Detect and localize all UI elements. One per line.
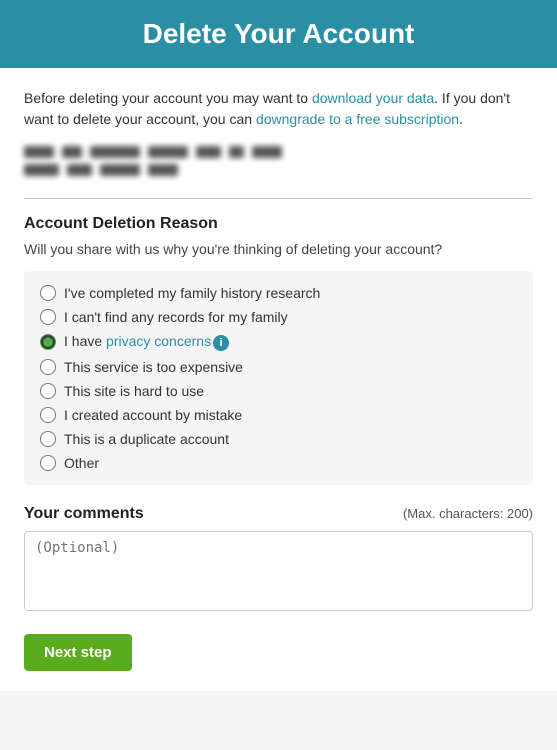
privacy-concerns-link[interactable]: privacy concerns — [106, 333, 211, 349]
main-content: Before deleting your account you may wan… — [0, 68, 557, 691]
radio-item-expensive[interactable]: This service is too expensive — [40, 359, 517, 375]
intro-end-text: . — [459, 111, 463, 127]
radio-completed[interactable] — [40, 285, 56, 301]
intro-paragraph: Before deleting your account you may wan… — [24, 88, 533, 130]
radio-hard-to-use[interactable] — [40, 383, 56, 399]
radio-item-hard-to-use[interactable]: This site is hard to use — [40, 383, 517, 399]
radio-no-records[interactable] — [40, 309, 56, 325]
radio-no-records-label: I can't find any records for my family — [64, 309, 288, 325]
comments-section: Your comments (Max. characters: 200) — [24, 505, 533, 614]
download-data-link[interactable]: download your data — [312, 90, 434, 106]
blurred-user-info — [24, 146, 533, 199]
intro-before-link: Before deleting your account you may wan… — [24, 90, 312, 106]
downgrade-link[interactable]: downgrade to a free subscription — [256, 111, 459, 127]
radio-privacy[interactable] — [40, 334, 56, 350]
radio-mistake-label: I created account by mistake — [64, 407, 242, 423]
deletion-reason-subtitle: Will you share with us why you're thinki… — [24, 241, 533, 257]
comments-textarea[interactable] — [24, 531, 533, 611]
comments-max-chars: (Max. characters: 200) — [403, 506, 533, 521]
next-step-button[interactable]: Next step — [24, 634, 132, 671]
radio-hard-to-use-label: This site is hard to use — [64, 383, 204, 399]
deletion-reason-group: I've completed my family history researc… — [24, 271, 533, 485]
radio-duplicate-label: This is a duplicate account — [64, 431, 229, 447]
radio-duplicate[interactable] — [40, 431, 56, 447]
radio-item-no-records[interactable]: I can't find any records for my family — [40, 309, 517, 325]
page-header: Delete Your Account — [0, 0, 557, 68]
comments-label: Your comments — [24, 505, 144, 523]
page-title: Delete Your Account — [20, 18, 537, 50]
radio-other-label: Other — [64, 455, 99, 471]
radio-item-other[interactable]: Other — [40, 455, 517, 471]
radio-expensive[interactable] — [40, 359, 56, 375]
deletion-reason-title: Account Deletion Reason — [24, 215, 533, 233]
radio-expensive-label: This service is too expensive — [64, 359, 243, 375]
radio-item-duplicate[interactable]: This is a duplicate account — [40, 431, 517, 447]
comments-header: Your comments (Max. characters: 200) — [24, 505, 533, 523]
radio-mistake[interactable] — [40, 407, 56, 423]
radio-item-privacy[interactable]: I have privacy concernsi — [40, 333, 517, 351]
privacy-info-icon[interactable]: i — [213, 335, 229, 351]
radio-other[interactable] — [40, 455, 56, 471]
radio-item-completed[interactable]: I've completed my family history researc… — [40, 285, 517, 301]
radio-completed-label: I've completed my family history researc… — [64, 285, 320, 301]
radio-privacy-label: I have privacy concernsi — [64, 333, 229, 351]
radio-item-mistake[interactable]: I created account by mistake — [40, 407, 517, 423]
